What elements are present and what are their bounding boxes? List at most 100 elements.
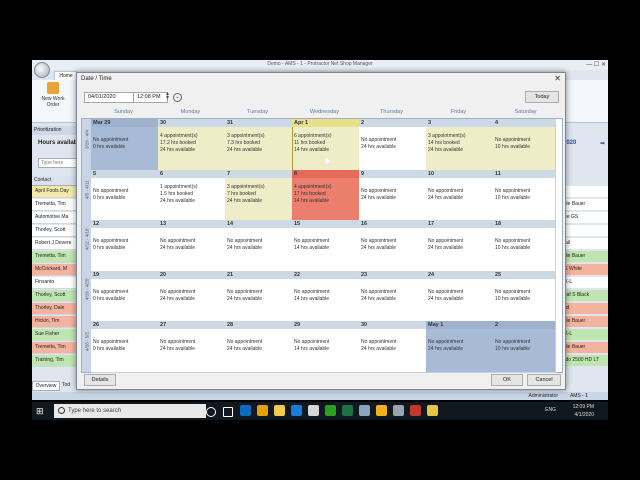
day-number: 29 [292,321,359,329]
close-icon[interactable]: ✕ [554,74,561,83]
day-cell[interactable]: 7 3 appointment(s) 7 hrs booked 24 hrs avai… [225,170,293,221]
excel-icon[interactable] [342,405,353,416]
cortana-icon[interactable] [206,407,216,417]
day-cell[interactable]: 11 No appointment 10 hrs available [493,170,556,221]
day-number: 4 [493,119,555,127]
day-info-line: No appointment [160,339,196,345]
day-cell[interactable]: 22 No appointment 14 hrs available [292,271,360,322]
language-indicator[interactable]: ENG [545,407,556,413]
day-cell[interactable]: 26 No appointment 0 hrs available [91,321,159,373]
day-cell[interactable]: 5 No appointment 0 hrs available [91,170,159,221]
quickbooks-icon[interactable] [325,405,336,416]
protractor-icon[interactable] [427,405,438,416]
day-cell[interactable]: 17 No appointment 24 hrs available [426,220,494,272]
cancel-button[interactable]: Cancel [527,374,561,386]
day-cell[interactable]: 6 1 appointment(s) 1.5 hrs booked 24 hrs av… [158,170,226,221]
day-cell[interactable]: 21 No appointment 24 hrs available [225,271,293,322]
day-cell[interactable]: 15 No appointment 14 hrs available [292,220,360,272]
contact-row[interactable]: Thorley, Scott [32,225,79,237]
day-cell[interactable]: 24 No appointment 24 hrs available [426,271,494,322]
day-cell[interactable]: 28 No appointment 24 hrs available [225,321,293,373]
today-button[interactable]: Today [525,91,559,103]
tools-icon[interactable] [359,405,370,416]
contact-row[interactable]: McCrickard, M [32,264,79,276]
day-cell[interactable]: 27 No appointment 24 hrs available [158,321,226,373]
week-range-label: 4/19 - 4/25 [84,278,90,300]
task-view-icon[interactable] [223,407,233,417]
contact-row[interactable]: Tremetta, Tim [32,251,79,263]
day-info-line: No appointment [495,137,531,143]
contact-row[interactable]: Tremetta, Tim [32,199,79,211]
edge-icon[interactable] [291,405,302,416]
day-cell[interactable]: 9 No appointment 24 hrs available [359,170,427,221]
time-input[interactable]: 12:08 PM [133,92,168,103]
tab-overview[interactable]: Overview [32,381,60,391]
document-icon[interactable] [393,405,404,416]
contact-row[interactable]: Automotive Ma [32,212,79,224]
new-work-order-button[interactable]: New Work Order [38,82,68,108]
file-explorer-icon[interactable] [274,405,285,416]
next-arrow-icon[interactable]: ➡ [600,140,605,147]
app-logo-icon[interactable] [34,62,50,78]
day-cell[interactable]: 2 No appointment 10 hrs available [493,321,556,373]
day-cell[interactable]: 2 No appointment 24 hrs available [359,119,427,171]
day-number: 24 [426,271,493,279]
day-cell[interactable]: 19 No appointment 0 hrs available [91,271,159,322]
paint-icon[interactable] [308,405,319,416]
day-header-row: Sunday Monday Tuesday Wednesday Thursday Frid… [81,107,561,117]
date-input[interactable]: 04/01/2020 [84,92,134,103]
time-spinner-icon[interactable]: ▲ ▼ [165,92,172,101]
day-cell[interactable]: 10 No appointment 24 hrs available [426,170,494,221]
day-info-line: 24 hrs available [361,144,397,150]
contact-search-input[interactable]: Type here [38,158,80,168]
contact-row[interactable]: Sue Fisher [32,329,79,341]
day-info-line: 1 appointment(s) [160,184,198,190]
day-cell[interactable]: Mar 29 No appointment 0 hrs available [91,119,159,171]
day-cell[interactable]: 23 No appointment 24 hrs available [359,271,427,322]
day-info-line: 24 hrs available [160,346,196,352]
app-icon[interactable] [410,405,421,416]
contact-row[interactable]: Robert J Devere [32,238,79,250]
day-header: Tuesday [247,109,268,115]
contact-row[interactable]: April Fools Day [32,186,79,198]
contact-row[interactable]: Finsanto [32,277,79,289]
day-cell[interactable]: 29 No appointment 14 hrs available [292,321,360,373]
week-range-label: 4/5 - 4/11 [84,180,90,199]
details-button[interactable]: Details [84,374,116,386]
tab-today[interactable]: Tod [62,381,76,389]
clock-time: 12:09 PM [572,404,594,410]
day-cell[interactable]: 31 3 appointment(s) 7.3 hrs booked 24 hrs a… [225,119,293,171]
window-controls[interactable]: — ☐ ✕ [586,61,606,68]
outlook-icon[interactable] [240,405,251,416]
dropdown-circle-icon[interactable]: ⌄ [173,93,182,102]
ok-button[interactable]: OK [491,374,523,386]
day-cell[interactable]: 16 No appointment 24 hrs available [359,220,427,272]
day-cell[interactable]: 4 No appointment 10 hrs available [493,119,556,171]
day-cell[interactable]: 3 3 appointment(s) 14 hrs booked 24 hrs ava… [426,119,494,171]
day-cell[interactable]: 25 No appointment 10 hrs available [493,271,556,322]
tab-prioritization[interactable]: Prioritization [32,126,78,135]
day-cell[interactable]: 12 No appointment 0 hrs available [91,220,159,272]
day-cell[interactable]: 18 No appointment 10 hrs available [493,220,556,272]
day-cell[interactable]: 20 No appointment 24 hrs available [158,271,226,322]
chrome-canary-icon[interactable] [376,405,387,416]
contact-row[interactable]: Hickin, Tim [32,316,79,328]
day-number: 2 [359,119,426,127]
taskbar-search-input[interactable]: Type here to search [54,404,206,418]
contact-column-header[interactable]: Contact [32,176,78,186]
chrome-icon[interactable] [257,405,268,416]
windows-start-icon[interactable]: ⊞ [36,406,46,416]
day-cell[interactable]: 30 No appointment 24 hrs available [359,321,427,373]
day-info-line: No appointment [227,339,263,345]
contact-row[interactable]: Thorley, Dale [32,303,79,315]
contact-row[interactable]: Training, Tim [32,355,79,367]
day-info-line: 0 hrs available [93,245,126,251]
contact-row[interactable]: Tremetta, Tim [32,342,79,354]
day-cell[interactable]: 8 4 appointment(s) 17 hrs booked 14 hrs ava… [292,170,360,221]
day-cell[interactable]: 14 No appointment 24 hrs available [225,220,293,272]
day-cell[interactable]: May 1 No appointment 24 hrs available [426,321,494,373]
day-cell[interactable]: 30 4 appointment(s) 17.2 hrs booked 24 hrs … [158,119,226,171]
contact-row[interactable]: Thorley, Scott [32,290,79,302]
day-cell[interactable]: 13 No appointment 24 hrs available [158,220,226,272]
clock[interactable]: 12:09 PM 4/1/2020 [573,403,594,419]
